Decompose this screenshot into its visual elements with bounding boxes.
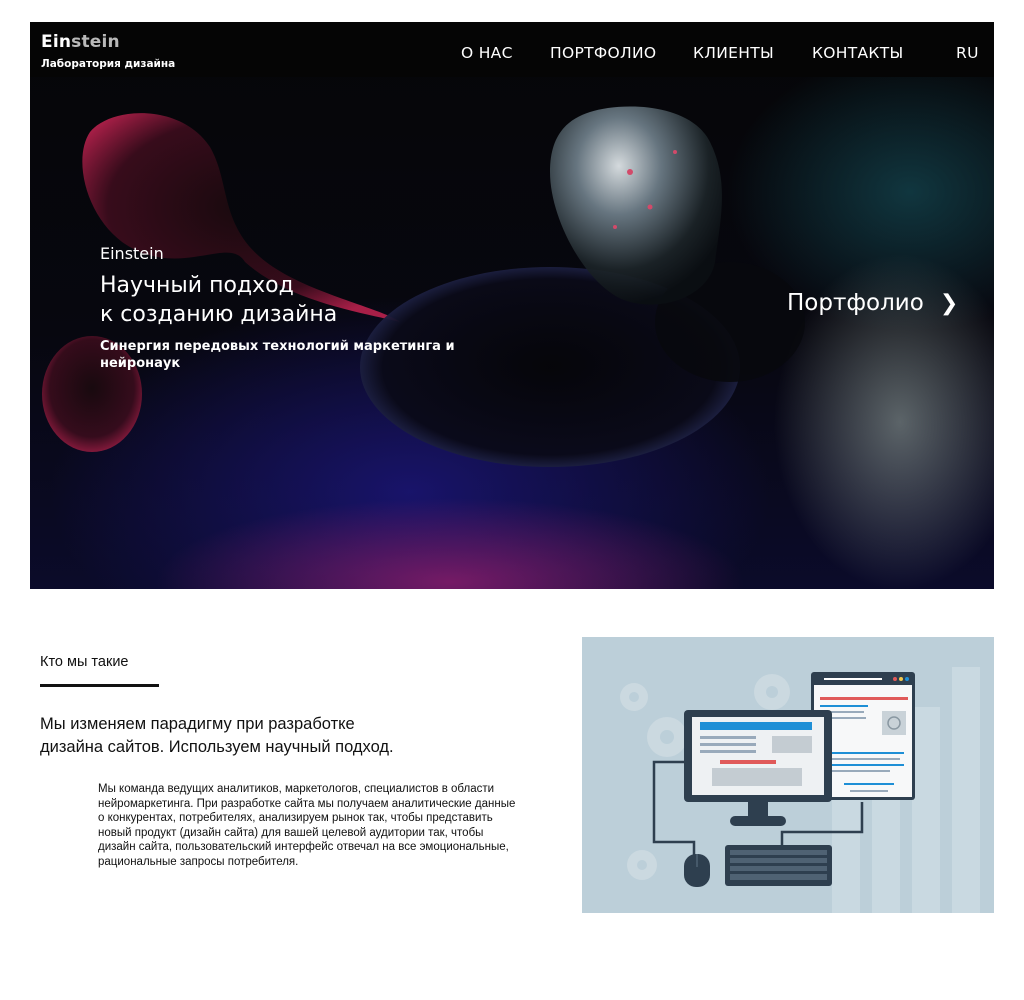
about-lead-line1: Мы изменяем парадигму при разработке [40,715,355,733]
chevron-right-icon: ❯ [939,291,959,316]
web-design-illustration [582,637,994,913]
hero-banner: Einstein Лаборатория дизайна О НАС ПОРТФ… [30,22,994,589]
nav-item-contacts[interactable]: КОНТАКТЫ [812,44,903,62]
about-heading-underline [40,684,159,687]
about-lead: Мы изменяем парадигму при разработке диз… [40,713,470,759]
nav-item-clients[interactable]: КЛИЕНТЫ [693,44,774,62]
main-nav: О НАС ПОРТФОЛИО КЛИЕНТЫ КОНТАКТЫ RU [30,44,994,64]
about-lead-line2: дизайна сайтов. Используем научный подхо… [40,738,394,756]
portfolio-cta-link[interactable]: Портфолио ❯ [787,290,958,316]
hero-text-block: Einstein Научный подход к созданию дизай… [100,244,460,372]
about-body-text: Мы команда ведущих аналитиков, маркетоло… [98,783,516,868]
language-switch[interactable]: RU [956,44,979,62]
about-heading: Кто мы такие [40,654,129,670]
top-navbar: Einstein Лаборатория дизайна О НАС ПОРТФ… [30,22,994,77]
hero-title: Научный подход к созданию дизайна [100,271,460,329]
hero-title-line1: Научный подход [100,273,294,298]
computer-illustration-icon [620,667,980,913]
nav-item-portfolio[interactable]: ПОРТФОЛИО [550,44,656,62]
hero-kicker: Einstein [100,244,164,263]
portfolio-cta-label: Портфолио [787,290,924,316]
hero-title-line2: к созданию дизайна [100,302,338,327]
hero-subtitle: Синергия передовых технологий маркетинга… [100,339,455,371]
nav-item-about[interactable]: О НАС [461,44,513,62]
